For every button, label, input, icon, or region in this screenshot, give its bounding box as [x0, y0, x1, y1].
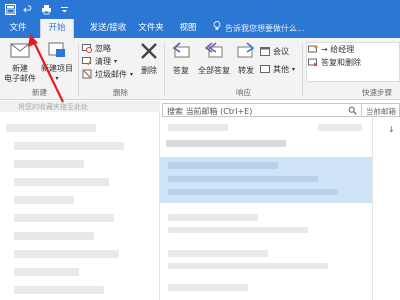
message-sender: [168, 284, 248, 291]
favorites-hint: 将您的收藏夹拖至此处: [18, 103, 88, 111]
message-list-filter[interactable]: [168, 124, 228, 131]
new-email-button[interactable]: 新建 电子邮件: [4, 41, 36, 84]
meeting-button[interactable]: 会议: [260, 46, 289, 57]
new-item-icon: [47, 41, 67, 62]
group-label-quick-steps: 快速步骤: [362, 88, 392, 97]
ignore-icon: [82, 43, 92, 55]
junk-label: 垃圾邮件: [95, 70, 127, 79]
folder-item[interactable]: [14, 286, 104, 294]
delete-icon: [139, 41, 159, 64]
tab-file[interactable]: 文件: [6, 19, 30, 38]
group-divider: [302, 44, 303, 96]
cleanup-button[interactable]: 清理 ▾: [82, 56, 117, 67]
cleanup-label: 清理: [95, 57, 111, 66]
more-icon: [260, 64, 270, 76]
search-icon: [348, 106, 357, 117]
delete-button[interactable]: 删除: [137, 41, 161, 76]
new-email-icon: [10, 41, 30, 62]
message-list-sort[interactable]: [318, 124, 362, 131]
folder-item[interactable]: [14, 142, 124, 150]
lightbulb-icon: [213, 19, 221, 38]
search-input[interactable]: 搜索 当前邮箱 (Ctrl+E): [162, 103, 362, 117]
folder-item[interactable]: [14, 178, 109, 186]
undo-icon[interactable]: [22, 4, 34, 16]
message-subject: [168, 263, 328, 269]
group-label-respond: 响应: [236, 88, 251, 97]
quick-access-toolbar: [0, 0, 70, 19]
folder-item[interactable]: [14, 232, 94, 240]
tell-me-text: 告诉我您想要做什么...: [225, 24, 305, 33]
tell-me-box[interactable]: 告诉我您想要做什么...: [213, 19, 305, 38]
search-scope-dropdown[interactable]: 当前邮箱: [362, 103, 400, 117]
reply-all-button[interactable]: 全部答复: [196, 41, 232, 76]
quick-step-to-manager[interactable]: → 给经理: [308, 44, 354, 55]
folder-item[interactable]: [14, 160, 84, 168]
forward-label: 转发: [238, 66, 254, 75]
quick-step-reply-delete[interactable]: 答复和删除: [308, 57, 361, 68]
scroll-down-icon[interactable]: ↓: [388, 125, 395, 134]
message-sender: [168, 214, 258, 221]
calendar-icon: [260, 46, 270, 58]
chevron-down-icon: ▾: [55, 75, 59, 82]
message-group-header: [166, 140, 286, 147]
favorites-header: 将您的收藏夹拖至此处: [0, 101, 160, 112]
reply-delete-label: 答复和删除: [321, 58, 361, 67]
ignore-button[interactable]: 忽略: [82, 43, 111, 54]
tab-folder[interactable]: 文件夹: [136, 19, 166, 38]
message-sender: [168, 250, 268, 257]
new-item-label: 新建项目: [41, 64, 73, 73]
search-placeholder: 搜索 当前邮箱 (Ctrl+E): [167, 107, 253, 116]
search-scope-label: 当前邮箱: [366, 107, 396, 116]
reply-button[interactable]: 答复: [168, 41, 194, 76]
reply-all-label: 全部答复: [198, 66, 230, 75]
pane-divider: [372, 112, 373, 300]
customize-qat-icon[interactable]: [58, 4, 70, 16]
ribbon-tab-bar: 文件 开始 发送/接收 文件夹 视图 告诉我您想要做什么...: [0, 19, 400, 38]
message-subject: [168, 176, 318, 182]
junk-button[interactable]: 垃圾邮件 ▾: [82, 69, 133, 80]
message-sender: [168, 162, 278, 169]
message-subject: [168, 227, 308, 233]
group-label-delete: 删除: [113, 88, 128, 97]
folder-item[interactable]: [14, 268, 79, 276]
more-respond-button[interactable]: 其他 ▾: [260, 64, 295, 75]
pane-divider: [159, 112, 160, 300]
cleanup-icon: [82, 56, 92, 68]
folder-item[interactable]: [14, 214, 114, 222]
to-manager-label: → 给经理: [321, 45, 355, 54]
more-label: 其他: [273, 65, 289, 74]
group-divider: [164, 44, 165, 96]
folder-item[interactable]: [14, 196, 74, 204]
outlook-app-icon: [4, 4, 16, 16]
message-preview: [168, 189, 338, 195]
ribbon: 新建 电子邮件 新建项目 ▾ 新建 忽略 清理 ▾ 垃圾邮件 ▾ 删除 删除 答…: [0, 38, 400, 100]
folder-item[interactable]: [14, 250, 119, 258]
delete-label: 删除: [141, 66, 157, 75]
group-label-new: 新建: [32, 88, 47, 97]
print-icon[interactable]: [40, 4, 52, 16]
reply-icon: [171, 41, 191, 64]
forward-button[interactable]: 转发: [234, 41, 258, 76]
title-bar: [0, 0, 400, 19]
tab-home[interactable]: 开始: [40, 19, 74, 38]
tab-send-receive[interactable]: 发送/接收: [82, 19, 134, 38]
tab-view[interactable]: 视图: [176, 19, 200, 38]
junk-icon: [82, 69, 92, 81]
new-email-label: 新建 电子邮件: [4, 64, 36, 83]
ignore-label: 忽略: [95, 44, 111, 53]
reply-delete-icon: [308, 57, 318, 69]
meeting-label: 会议: [273, 47, 289, 56]
folder-item[interactable]: [6, 124, 96, 132]
forward-icon: [236, 41, 256, 64]
group-divider: [78, 44, 79, 96]
chevron-down-icon: ▾: [292, 66, 296, 73]
reply-all-icon: [204, 41, 224, 64]
to-manager-icon: [308, 44, 318, 56]
reply-label: 答复: [173, 66, 189, 75]
chevron-down-icon: ▾: [114, 58, 118, 65]
new-item-button[interactable]: 新建项目 ▾: [38, 41, 76, 84]
chevron-down-icon: ▾: [130, 71, 134, 78]
